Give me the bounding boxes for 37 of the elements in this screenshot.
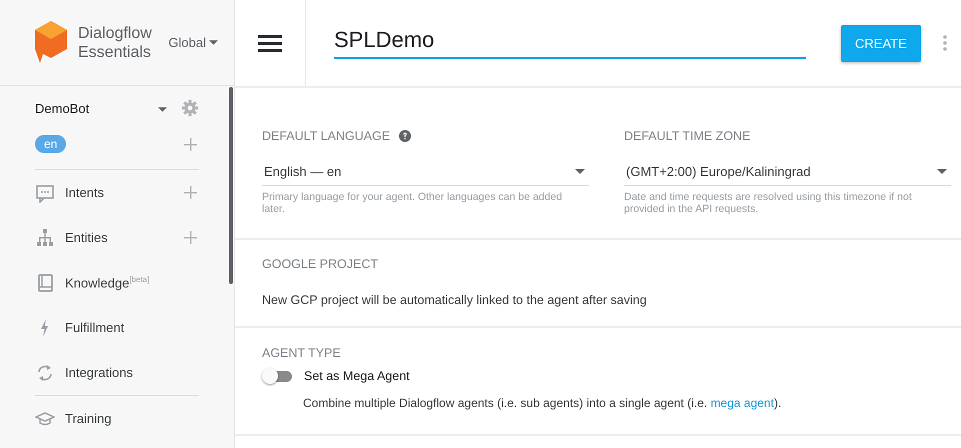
section-label: GOOGLE PROJECT	[262, 257, 378, 271]
scrollbar[interactable]	[229, 87, 233, 284]
more-icon[interactable]	[942, 34, 947, 52]
settings-icon[interactable]	[181, 99, 199, 117]
nav-item[interactable]: Intents	[65, 185, 104, 200]
book-icon	[35, 272, 55, 292]
nav-item[interactable]: Entities	[65, 230, 108, 245]
toggle-label: Set as Mega Agent	[304, 369, 410, 383]
add-icon[interactable]	[184, 231, 197, 244]
nav-item[interactable]: Knowledge$^{[beta]}$	[65, 274, 150, 290]
dropdown-arrow-icon	[158, 107, 167, 112]
field-label: DEFAULT LANGUAGE	[262, 129, 390, 143]
field-hint: Primary language for your agent. Other languages can be added later.	[262, 191, 564, 215]
menu-icon[interactable]	[257, 32, 283, 54]
region-dropdown[interactable]: Global	[168, 35, 218, 50]
product-name: Dialogflow Essentials	[78, 24, 152, 62]
field-label: DEFAULT TIME ZONE	[624, 129, 750, 143]
select-field[interactable]: (GMT+2:00) Europe/Kaliningrad	[624, 164, 951, 186]
agent-name[interactable]: DemoBot	[35, 100, 90, 116]
select-field[interactable]: English — en	[262, 164, 589, 186]
nav-item[interactable]: Training	[65, 411, 112, 426]
add-icon[interactable]	[184, 186, 197, 199]
sync-icon	[35, 362, 55, 382]
caret-icon	[209, 40, 218, 45]
caret-icon	[937, 169, 947, 174]
nav-item[interactable]: Integrations	[65, 365, 133, 380]
section-label: AGENT TYPE	[262, 346, 341, 360]
caret-icon	[575, 169, 585, 174]
project-text: New GCP project will be automatically linked to the agent after saving	[262, 293, 648, 307]
hierarchy-icon	[35, 228, 55, 248]
agent-type-description: Combine multiple Dialogflow agents (i.e. sub agents) into a single agent (i.e. mega agent).	[303, 396, 782, 410]
add-icon[interactable]	[184, 138, 197, 150]
help-icon[interactable]	[399, 130, 412, 142]
mega-agent-toggle[interactable]	[262, 368, 294, 384]
nav-item[interactable]: Fulfillment	[65, 320, 124, 335]
speech-bubble-icon	[35, 182, 55, 202]
field-hint: Date and time requests are resolved using this timezone if not provided in the API requests.	[624, 191, 913, 215]
